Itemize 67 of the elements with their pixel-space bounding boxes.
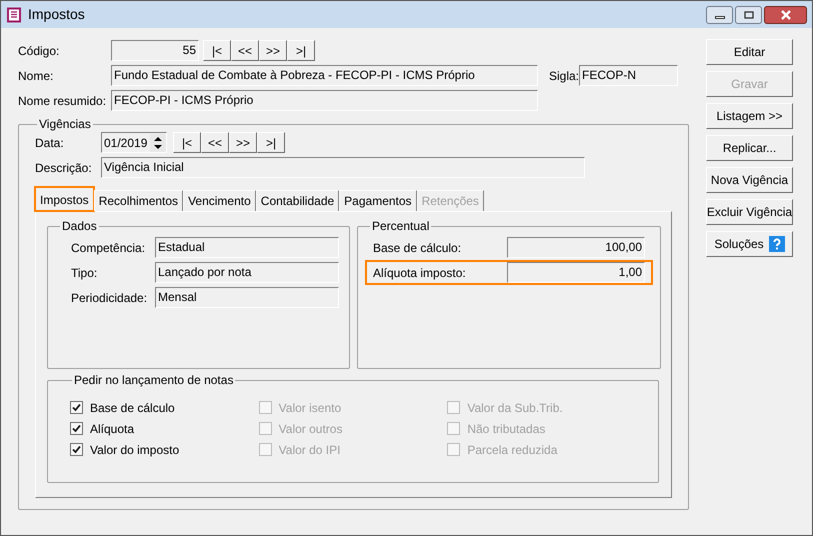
minimize-button[interactable] <box>706 6 733 24</box>
value-field[interactable]: Estadual <box>155 237 339 258</box>
navigation-button[interactable]: >> <box>259 40 287 61</box>
date-field[interactable]: 01/2019 <box>101 132 167 153</box>
navigation-button[interactable]: >> <box>229 132 257 153</box>
checkbox-label: Base de cálculo <box>90 400 175 416</box>
checkbox-label: Valor do IPI <box>278 442 340 458</box>
tab[interactable]: Contabilidade <box>256 190 340 211</box>
navigation-button[interactable]: >| <box>257 132 285 153</box>
code-field[interactable]: 55 <box>111 40 199 61</box>
field-label: Competência: <box>71 240 146 256</box>
group-title: Dados <box>61 218 98 235</box>
checkbox[interactable] <box>70 401 83 414</box>
action-button[interactable]: Nova Vigência <box>706 167 793 193</box>
checkbox-label: Valor outros <box>278 420 342 438</box>
action-button[interactable]: Editar <box>706 39 793 65</box>
acronym-field[interactable]: FECOP-N <box>579 65 678 86</box>
field-label: Descrição: <box>35 160 93 176</box>
action-button[interactable]: Replicar... <box>706 135 793 161</box>
navigation-button[interactable]: |< <box>203 40 231 61</box>
checkbox-label: Valor do imposto <box>90 442 180 458</box>
group-title: Vigências <box>38 116 92 133</box>
tab[interactable]: Pagamentos <box>339 190 417 211</box>
document-icon <box>6 6 22 22</box>
checkbox-label: Parcela reduzida <box>467 442 558 458</box>
field-label: Base de cálculo: <box>373 240 462 256</box>
tab[interactable]: Vencimento <box>183 190 256 211</box>
close-button[interactable] <box>764 6 807 24</box>
window-title: Impostos <box>28 5 85 24</box>
action-button[interactable]: Listagem >> <box>706 103 793 129</box>
field-label: Data: <box>35 134 65 152</box>
checkbox[interactable] <box>70 443 83 456</box>
short-name-field[interactable]: FECOP-PI - ICMS Próprio <box>111 90 538 111</box>
field-label: Nome: <box>18 68 54 84</box>
action-button[interactable]: Soluções <box>706 231 793 257</box>
checkbox-label: Valor da Sub.Trib. <box>467 400 563 416</box>
percent-field[interactable]: 100,00 <box>507 237 645 258</box>
field-label: Alíquota imposto: <box>373 264 467 282</box>
field-label: Tipo: <box>71 264 98 282</box>
group-title: Percentual <box>371 218 430 235</box>
value-field[interactable]: Lançado por nota <box>155 262 339 283</box>
maximize-icon <box>744 10 754 18</box>
percent-field[interactable]: 1,00 <box>507 262 645 283</box>
value-field[interactable]: Mensal <box>155 287 339 308</box>
maximize-button[interactable] <box>735 6 762 24</box>
action-button[interactable]: Excluir Vigência <box>706 199 793 225</box>
minimize-icon <box>714 16 724 18</box>
navigation-button[interactable]: << <box>231 40 259 61</box>
description-field[interactable]: Vigência Inicial <box>101 157 585 178</box>
checkbox-label: Valor isento <box>278 400 342 416</box>
field-label: Nome resumido: <box>18 92 108 110</box>
navigation-button[interactable]: >| <box>287 40 315 61</box>
navigation-button[interactable]: << <box>201 132 229 153</box>
spinner-icon[interactable] <box>150 134 166 152</box>
group-title: Pedir no lançamento de notas <box>73 372 234 389</box>
field-label: Código: <box>18 42 60 60</box>
help-icon <box>768 236 785 252</box>
checkbox-label: Alíquota <box>90 420 134 438</box>
checkbox[interactable] <box>70 422 83 435</box>
tab[interactable]: Impostos <box>35 187 94 211</box>
field-label: Sigla: <box>549 68 580 82</box>
tab[interactable]: Recolhimentos <box>94 190 184 211</box>
navigation-button[interactable]: |< <box>173 132 201 153</box>
close-icon <box>780 10 792 20</box>
field-label: Periodicidade: <box>71 290 148 306</box>
name-field[interactable]: Fundo Estadual de Combate à Pobreza - FECOP-PI - ICMS Próprio <box>111 65 538 86</box>
checkbox-label: Não tributadas <box>467 420 546 438</box>
